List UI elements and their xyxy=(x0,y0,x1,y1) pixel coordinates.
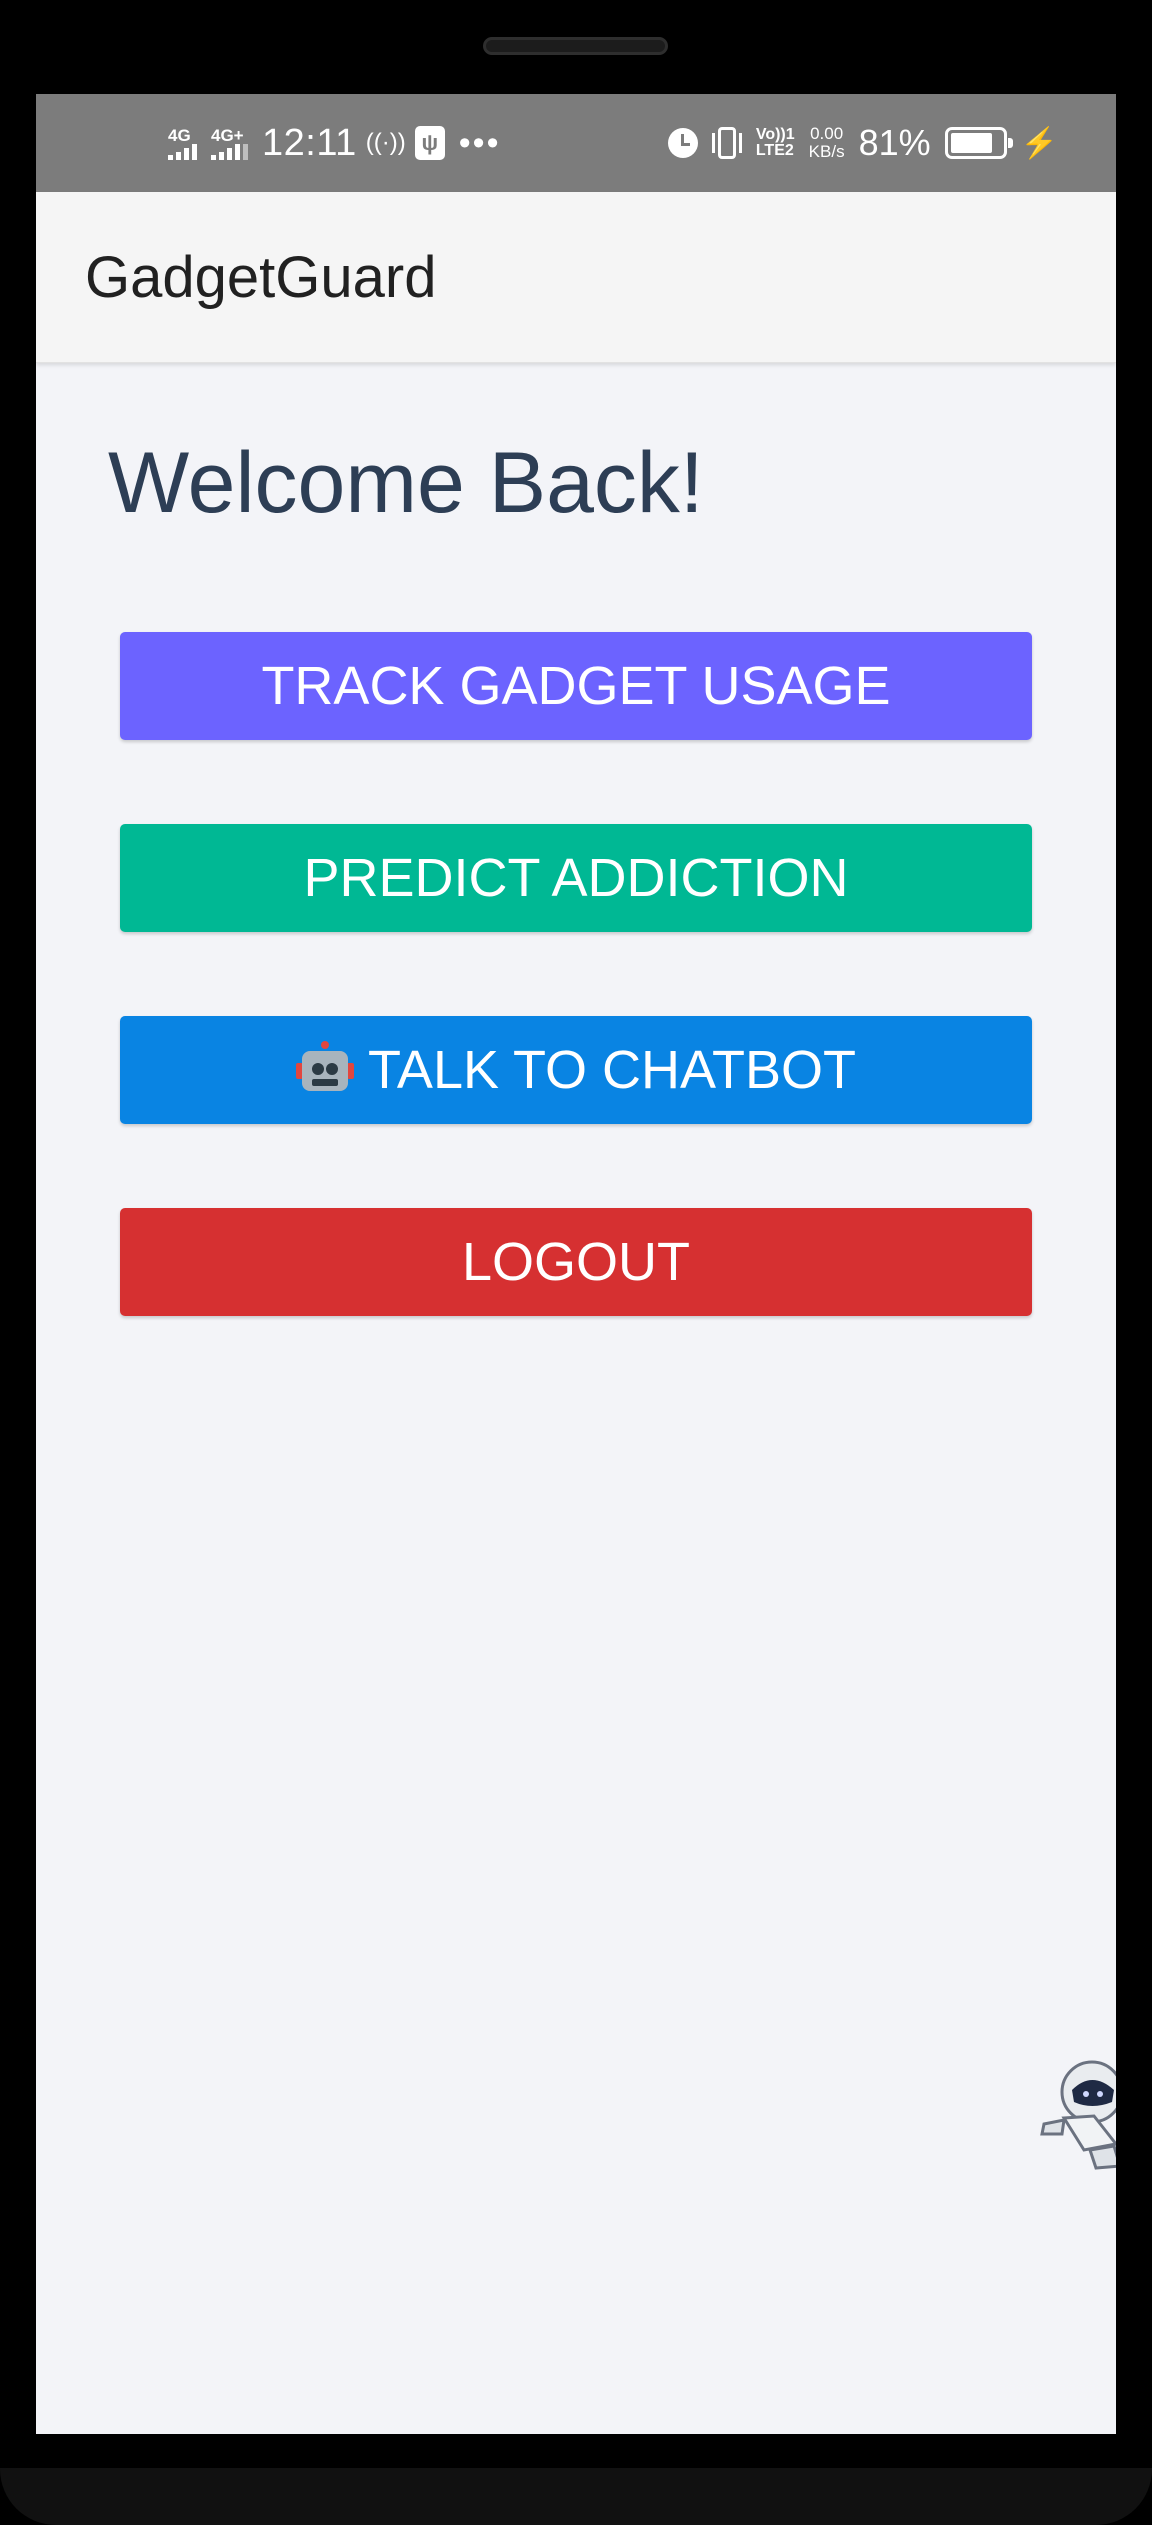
phone-frame: 4G 4G+ 12:11 ((·)) ψ ••• Vo))1 LTE2 0.00… xyxy=(0,0,1152,2525)
network-type-label: 4G xyxy=(168,125,191,145)
button-label: PREDICT ADDICTION xyxy=(303,848,849,908)
volte-label: Vo)) xyxy=(755,126,786,143)
earpiece-speaker xyxy=(483,37,668,55)
signal-sim2: 4G+ xyxy=(211,127,248,160)
status-right: Vo))1 LTE2 0.00 KB/s 81% ⚡ xyxy=(667,94,1058,192)
page-title: Welcome Back! xyxy=(108,435,704,531)
signal-sim1: 4G xyxy=(168,127,197,160)
logout-button[interactable]: LOGOUT xyxy=(120,1208,1032,1316)
app-title: GadgetGuard xyxy=(85,244,437,310)
hotspot-icon: ((·)) xyxy=(365,129,406,156)
app-bar: GadgetGuard xyxy=(36,192,1116,363)
lte-label: LTE2 xyxy=(755,142,794,159)
battery-percent: 81% xyxy=(858,122,931,163)
network-type-label: 4G+ xyxy=(211,125,244,145)
talk-to-chatbot-button[interactable]: TALK TO CHATBOT xyxy=(120,1016,1032,1124)
button-label: TALK TO CHATBOT xyxy=(367,1040,857,1100)
screen: 4G 4G+ 12:11 ((·)) ψ ••• Vo))1 LTE2 0.00… xyxy=(36,94,1116,2434)
track-gadget-usage-button[interactable]: TRACK GADGET USAGE xyxy=(120,632,1032,740)
signal-bars-icon xyxy=(211,143,248,160)
usb-icon: ψ xyxy=(414,126,445,160)
battery-icon xyxy=(944,127,1013,159)
network-speed: 0.00 KB/s xyxy=(809,125,845,161)
network-speed-unit: KB/s xyxy=(808,142,845,161)
signal-bars-icon xyxy=(168,143,197,160)
sim-index: 1 xyxy=(785,126,795,143)
robot-icon xyxy=(295,1041,354,1099)
battery-fill xyxy=(950,133,992,153)
astronaut-mascot-icon[interactable] xyxy=(1034,2054,1116,2174)
network-speed-value: 0.00 xyxy=(810,124,844,143)
charging-icon: ⚡ xyxy=(1020,126,1058,160)
more-notifications-icon: ••• xyxy=(458,124,501,162)
predict-addiction-button[interactable]: PREDICT ADDICTION xyxy=(120,824,1032,932)
clock: 12:11 xyxy=(262,121,357,164)
button-label: LOGOUT xyxy=(461,1232,691,1292)
alarm-icon xyxy=(667,128,698,158)
phone-chin xyxy=(0,2468,1152,2525)
vibrate-icon xyxy=(711,127,742,159)
button-label: TRACK GADGET USAGE xyxy=(261,656,891,716)
volte-indicator: Vo))1 LTE2 xyxy=(756,127,795,159)
status-bar: 4G 4G+ 12:11 ((·)) ψ ••• Vo))1 LTE2 0.00… xyxy=(36,94,1116,192)
status-left: 4G 4G+ 12:11 ((·)) ψ ••• xyxy=(168,94,501,192)
